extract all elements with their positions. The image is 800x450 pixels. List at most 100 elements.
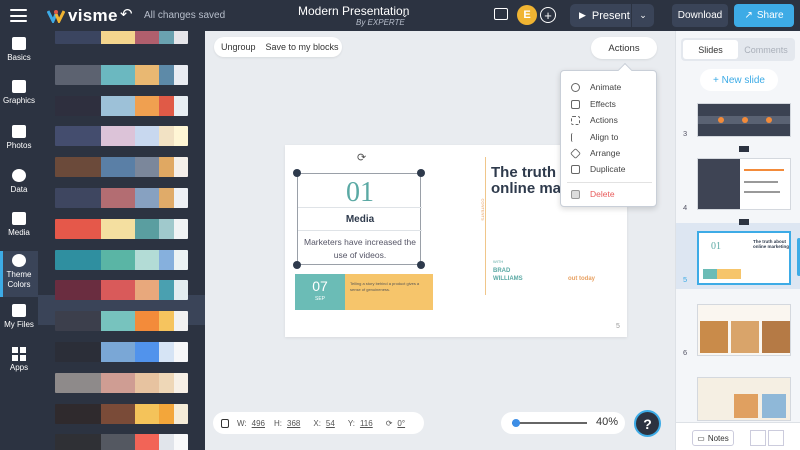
palette-option[interactable] <box>55 311 188 332</box>
menu-item-actions[interactable]: Actions <box>571 113 618 127</box>
palette-swatch <box>55 188 101 208</box>
comment-icon[interactable] <box>494 8 508 20</box>
slide-thumb-7[interactable] <box>697 377 791 421</box>
media-heading[interactable]: Media <box>298 214 422 225</box>
palette-swatch <box>159 403 174 424</box>
palette-swatch <box>159 31 174 44</box>
height-value[interactable]: 368 <box>287 419 300 428</box>
notes-button[interactable]: ▭ Notes <box>692 430 734 446</box>
tab-comments[interactable]: Comments <box>739 40 793 59</box>
palette-option[interactable] <box>55 342 188 362</box>
chevron-down-icon[interactable]: ⌄ <box>401 9 409 20</box>
author-name[interactable]: BRAD WILLIAMS <box>493 268 533 283</box>
slide-thumb-3[interactable] <box>697 103 791 137</box>
share-button[interactable]: ↗ Share <box>734 4 794 27</box>
nav-label: Media <box>8 228 30 237</box>
x-value[interactable]: 54 <box>326 419 335 428</box>
new-slide-button[interactable]: + New slide <box>700 69 778 91</box>
palette-option[interactable] <box>55 31 188 44</box>
actions-button[interactable]: Actions <box>591 37 657 59</box>
out-today-label[interactable]: out today <box>568 276 595 282</box>
thumb-image <box>762 394 786 418</box>
grid-view-icon[interactable] <box>750 430 766 446</box>
nav-media[interactable]: Media <box>0 212 38 246</box>
palette-option[interactable] <box>55 372 188 393</box>
width-value[interactable]: 496 <box>252 419 265 428</box>
ungroup-button[interactable]: Ungroup <box>221 42 256 52</box>
menu-item-effects[interactable]: Effects <box>571 97 616 111</box>
tab-slides[interactable]: Slides <box>683 40 738 59</box>
document-title[interactable]: Modern Presentation <box>298 4 409 18</box>
menu-item-duplicate[interactable]: Duplicate <box>571 162 625 176</box>
nav-theme-colors[interactable]: Theme Colors <box>0 251 38 297</box>
date-box[interactable]: 07 SEP <box>295 274 345 310</box>
apps-icon <box>12 347 26 361</box>
palette-option[interactable] <box>55 280 188 301</box>
palette-option[interactable] <box>55 403 188 424</box>
with-label[interactable]: WITH <box>493 259 503 264</box>
add-collaborator-icon[interactable]: + <box>540 7 556 23</box>
present-dropdown-icon[interactable]: ⌄ <box>631 4 654 27</box>
palette-option[interactable] <box>55 249 188 270</box>
palette-swatch <box>159 342 174 362</box>
media-description[interactable]: Marketers have increased the use of vide… <box>302 236 418 261</box>
nav-basics[interactable]: Basics <box>0 37 38 71</box>
selected-group[interactable]: 01 Media Marketers have increased the us… <box>297 173 422 265</box>
slide-thumb-6[interactable] <box>697 304 791 356</box>
nav-data[interactable]: Data <box>0 169 38 203</box>
transition-icon[interactable] <box>739 146 749 152</box>
palette-option[interactable] <box>55 126 188 147</box>
palette-swatch <box>55 31 101 44</box>
palette-option[interactable] <box>55 157 188 178</box>
undo-icon[interactable]: ↶ <box>120 5 133 23</box>
rotate-icon[interactable]: ⟳ <box>357 151 366 164</box>
palette-swatch <box>135 95 159 116</box>
menu-item-align[interactable]: Align to <box>571 130 618 144</box>
palette-option[interactable] <box>55 434 188 450</box>
thumb-dot <box>718 117 724 123</box>
list-view-icon[interactable] <box>768 430 784 446</box>
lock-icon[interactable] <box>221 418 229 428</box>
avatar[interactable]: E <box>517 5 537 25</box>
nav-apps[interactable]: Apps <box>0 347 38 381</box>
palette-option[interactable] <box>55 188 188 208</box>
palette-swatch <box>101 157 135 178</box>
palette-option[interactable] <box>55 218 188 239</box>
palette-swatch <box>101 126 135 147</box>
logo-icon <box>47 10 65 23</box>
menu-item-animate[interactable]: Animate <box>571 80 621 94</box>
slide-thumb-4[interactable] <box>697 158 791 210</box>
resize-handle-tl[interactable] <box>293 169 301 177</box>
palette-option[interactable] <box>55 64 188 85</box>
menu-item-label: Align to <box>590 132 619 142</box>
vertical-label[interactable]: CONTENTS <box>481 199 486 221</box>
palette-swatch <box>55 403 101 424</box>
nav-my-files[interactable]: My Files <box>0 304 38 338</box>
transition-icon[interactable] <box>739 219 749 225</box>
resize-handle-bl[interactable] <box>293 261 301 269</box>
palette-swatch <box>159 434 174 450</box>
visme-logo[interactable]: visme <box>47 6 118 26</box>
slide-thumb-5[interactable]: 01 The truth about online marketing <box>697 231 791 285</box>
help-button[interactable]: ? <box>634 410 661 437</box>
nav-graphics[interactable]: Graphics <box>0 80 38 114</box>
slide-number-text[interactable]: 01 <box>298 177 422 209</box>
zoom-slider-track[interactable] <box>512 422 587 424</box>
y-value[interactable]: 116 <box>360 419 373 428</box>
menu-icon[interactable] <box>10 9 27 22</box>
palette-swatch <box>135 372 159 393</box>
resize-handle-tr[interactable] <box>417 169 425 177</box>
zoom-slider-handle[interactable] <box>511 419 520 427</box>
menu-item-delete[interactable]: Delete <box>571 187 615 201</box>
palette-swatch <box>101 31 135 44</box>
nav-photos[interactable]: Photos <box>0 125 38 159</box>
menu-item-arrange[interactable]: Arrange <box>570 146 620 160</box>
rotation-value[interactable]: 0° <box>397 419 405 428</box>
palette-option[interactable] <box>55 95 188 116</box>
present-button[interactable]: ▶ Present ⌄ <box>570 4 654 27</box>
note-box[interactable]: Telling a story behind a product gives a… <box>345 274 433 310</box>
resize-handle-br[interactable] <box>417 261 425 269</box>
download-button[interactable]: Download <box>672 4 728 27</box>
date-day: 07 <box>312 278 328 294</box>
save-to-blocks-button[interactable]: Save to my blocks <box>266 42 339 52</box>
